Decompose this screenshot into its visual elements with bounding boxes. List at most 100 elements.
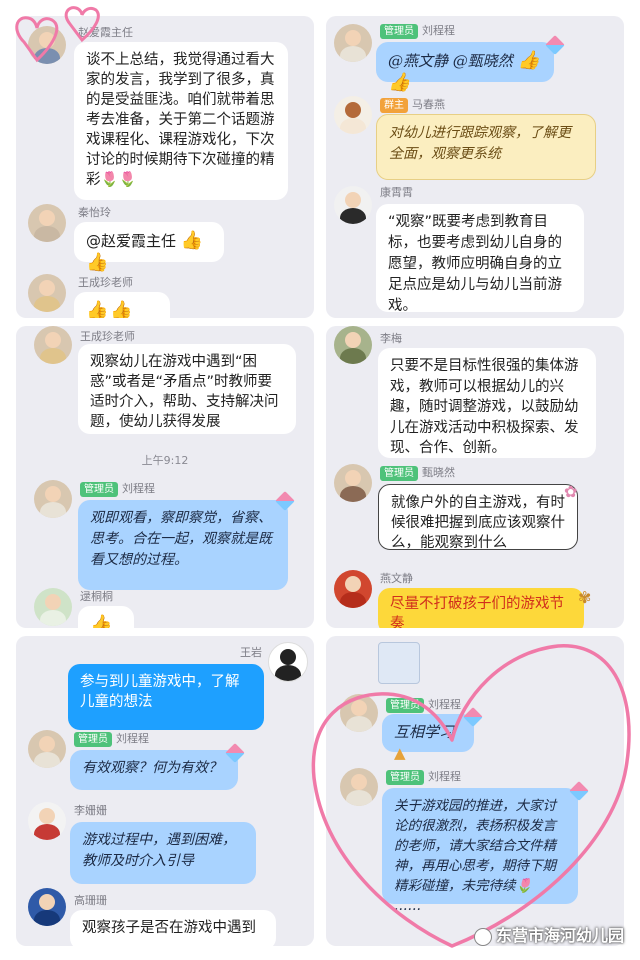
- sender-name: 刘程程: [428, 698, 461, 711]
- flower-icon: 🌷🌷: [100, 172, 137, 188]
- message-bubble[interactable]: 👍👍👍: [74, 292, 170, 318]
- flower-icon: 🌷: [515, 878, 533, 894]
- sender-header: 管理员 刘程程: [80, 480, 155, 497]
- watermark: 东营市海河幼儿园: [473, 922, 624, 946]
- sender-header: 管理员 刘程程: [380, 22, 455, 39]
- sender-name: 康霄霄: [380, 186, 413, 199]
- message-text: 观即观看，察即察觉，省察、思考。合在一起，观察就是既看又想的过程。: [90, 510, 272, 568]
- message-text: 谈不上总结，我觉得通过看大家的发言，我学到了很多，真的是受益匪浅。咱们就带着思考…: [86, 52, 275, 188]
- message-text: “观察”既要考虑到教育目标，也要考虑到幼儿自身的愿望，教师应明确自身的立足点应是…: [388, 214, 562, 314]
- wechat-icon: [473, 927, 492, 946]
- message-text: 游戏过程中，遇到困难，教师及时介入引导: [82, 832, 236, 869]
- admin-badge: 管理员: [74, 732, 112, 747]
- sender-name: 王岩: [240, 646, 262, 659]
- message-bubble[interactable]: 👍: [78, 606, 134, 628]
- sender-header: 管理员 甄晓然: [380, 464, 455, 481]
- thumbs-up-icon: 👍👍👍: [86, 300, 135, 318]
- sender-header: 管理员 刘程程: [386, 768, 461, 785]
- message-text: 互相学习: [394, 723, 455, 741]
- sender-name: 甄晓然: [422, 466, 455, 479]
- thumbs-up-icon: 👍: [90, 614, 115, 628]
- admin-badge: 管理员: [386, 770, 424, 785]
- flower-icon: ✾: [578, 588, 592, 607]
- message-bubble[interactable]: 对幼儿进行跟踪观察，了解更全面，观察更系统: [376, 114, 596, 180]
- timestamp: 上午9:12: [141, 454, 189, 467]
- message-bubble[interactable]: 关于游戏园的推进，大家讨论的很激烈，表扬积极发言的老师，请大家结合文件精神，再用…: [382, 788, 578, 914]
- sent-message-bubble[interactable]: 参与到儿童游戏中，了解儿童的想法: [68, 664, 264, 730]
- avatar[interactable]: [28, 204, 66, 242]
- ellipsis-text: ……: [394, 898, 421, 914]
- sender-header: 管理员 刘程程: [74, 730, 149, 747]
- message-bubble[interactable]: 尽量不打破孩子们的游戏节奏: [378, 588, 584, 628]
- avatar[interactable]: [334, 326, 372, 364]
- sender-name: 高珊珊: [74, 894, 107, 907]
- avatar[interactable]: [334, 570, 372, 608]
- owner-badge: 群主: [380, 98, 408, 113]
- avatar[interactable]: [28, 730, 66, 768]
- message-bubble[interactable]: 只要不是目标性很强的集体游戏，教师可以根据幼儿的兴趣，随时调整游戏，以鼓励幼儿在…: [378, 348, 596, 458]
- avatar[interactable]: [28, 274, 66, 312]
- message-bubble[interactable]: 观察孩子是否在游戏中遇到: [70, 910, 276, 946]
- avatar[interactable]: [28, 888, 66, 926]
- sender-name: 马春燕: [412, 98, 445, 111]
- chat-panel-2: 管理员 刘程程 @燕文静 @甄晓然 👍👍 群主 马春燕 对幼儿进行跟踪观察，了解更全…: [326, 16, 624, 318]
- avatar[interactable]: [334, 186, 372, 224]
- avatar[interactable]: [28, 802, 66, 840]
- avatar[interactable]: [34, 588, 72, 626]
- message-text: @赵爱霞主任: [86, 232, 177, 250]
- message-text: 尽量不打破孩子们的游戏节奏: [390, 596, 564, 628]
- chat-panel-3: 王成珍老师 观察幼儿在游戏中遇到“困惑”或者是“矛盾点”时教师要适时介入，帮助、…: [16, 326, 314, 628]
- message-text: 观察孩子是否在游戏中遇到: [82, 920, 256, 936]
- avatar[interactable]: [340, 768, 378, 806]
- message-bubble[interactable]: 观察幼儿在游戏中遇到“困惑”或者是“矛盾点”时教师要适时介入，帮助、支持解决问题…: [78, 344, 296, 434]
- message-bubble[interactable]: 就像户外的自主游戏，有时候很难把握到底应该观察什么，能观察到什么: [378, 484, 578, 551]
- avatar[interactable]: [28, 26, 66, 64]
- sender-name: 王成珍老师: [80, 330, 135, 343]
- sender-name: 王成珍老师: [78, 276, 133, 289]
- avatar[interactable]: [34, 480, 72, 518]
- sender-name: 刘程程: [428, 770, 461, 783]
- sender-name: 李姗姗: [74, 804, 107, 817]
- image-preview[interactable]: [378, 642, 420, 684]
- chat-panel-1: 赵爱霞主任 谈不上总结，我觉得通过看大家的发言，我学到了很多，真的是受益匪浅。咱…: [16, 16, 314, 318]
- message-text: 有效观察？何为有效？: [82, 760, 222, 776]
- message-bubble[interactable]: 互相学习 ▲: [382, 714, 474, 762]
- avatar[interactable]: [334, 96, 372, 134]
- flower-icon: ✿: [564, 482, 578, 501]
- message-bubble[interactable]: 观即观看，察即察觉，省察、思考。合在一起，观察就是既看又想的过程。: [78, 500, 288, 590]
- message-bubble[interactable]: @赵爱霞主任 👍👍: [74, 222, 224, 273]
- message-text: 只要不是目标性很强的集体游戏，教师可以根据幼儿的兴趣，随时调整游戏，以鼓励幼儿在…: [390, 358, 579, 456]
- sender-name: 逯桐桐: [80, 590, 113, 603]
- hands-icon: ▲: [394, 744, 406, 762]
- message-bubble[interactable]: 谈不上总结，我觉得通过看大家的发言，我学到了很多，真的是受益匪浅。咱们就带着思考…: [74, 42, 288, 200]
- sender-name: 赵爱霞主任: [78, 26, 133, 39]
- admin-badge: 管理员: [80, 482, 118, 497]
- message-bubble[interactable]: @燕文静 @甄晓然 👍👍: [376, 42, 554, 93]
- message-bubble[interactable]: “观察”既要考虑到教育目标，也要考虑到幼儿自身的愿望，教师应明确自身的立足点应是…: [376, 204, 584, 314]
- sender-header: 群主 马春燕: [380, 96, 445, 113]
- avatar[interactable]: [334, 464, 372, 502]
- admin-badge: 管理员: [380, 24, 418, 39]
- avatar[interactable]: [340, 694, 378, 732]
- sender-name: 刘程程: [116, 732, 149, 745]
- message-text: 就像户外的自主游戏，有时候很难把握到底应该观察什么，能观察到什么: [391, 495, 565, 551]
- sender-header: 管理员 刘程程: [386, 696, 461, 713]
- message-bubble[interactable]: 有效观察？何为有效？: [70, 750, 238, 790]
- message-text: 参与到儿童游戏中，了解儿童的想法: [80, 674, 240, 710]
- avatar[interactable]: [34, 326, 72, 364]
- sender-name: 秦怡玲: [78, 206, 111, 219]
- sender-name: 刘程程: [422, 24, 455, 37]
- chat-panel-5: 王岩 参与到儿童游戏中，了解儿童的想法 管理员 刘程程 有效观察？何为有效？ 李姗…: [16, 636, 314, 946]
- admin-badge: 管理员: [386, 698, 424, 713]
- chat-panel-6: 管理员 刘程程 互相学习 ▲ 管理员 刘程程 关于游戏园的推进，大家讨论的很激烈，表…: [326, 636, 624, 946]
- avatar[interactable]: [268, 642, 308, 682]
- avatar[interactable]: [334, 24, 372, 62]
- sender-name: 李梅: [380, 332, 402, 345]
- admin-badge: 管理员: [380, 466, 418, 481]
- sender-name: 燕文静: [380, 572, 413, 585]
- message-bubble[interactable]: 游戏过程中，遇到困难，教师及时介入引导: [70, 822, 256, 884]
- sender-name: 刘程程: [122, 482, 155, 495]
- message-text: @燕文静 @甄晓然: [388, 52, 513, 70]
- message-text: 对幼儿进行跟踪观察，了解更全面，观察更系统: [389, 125, 571, 162]
- message-text: 观察幼儿在游戏中遇到“困惑”或者是“矛盾点”时教师要适时介入，帮助、支持解决问题…: [90, 354, 279, 430]
